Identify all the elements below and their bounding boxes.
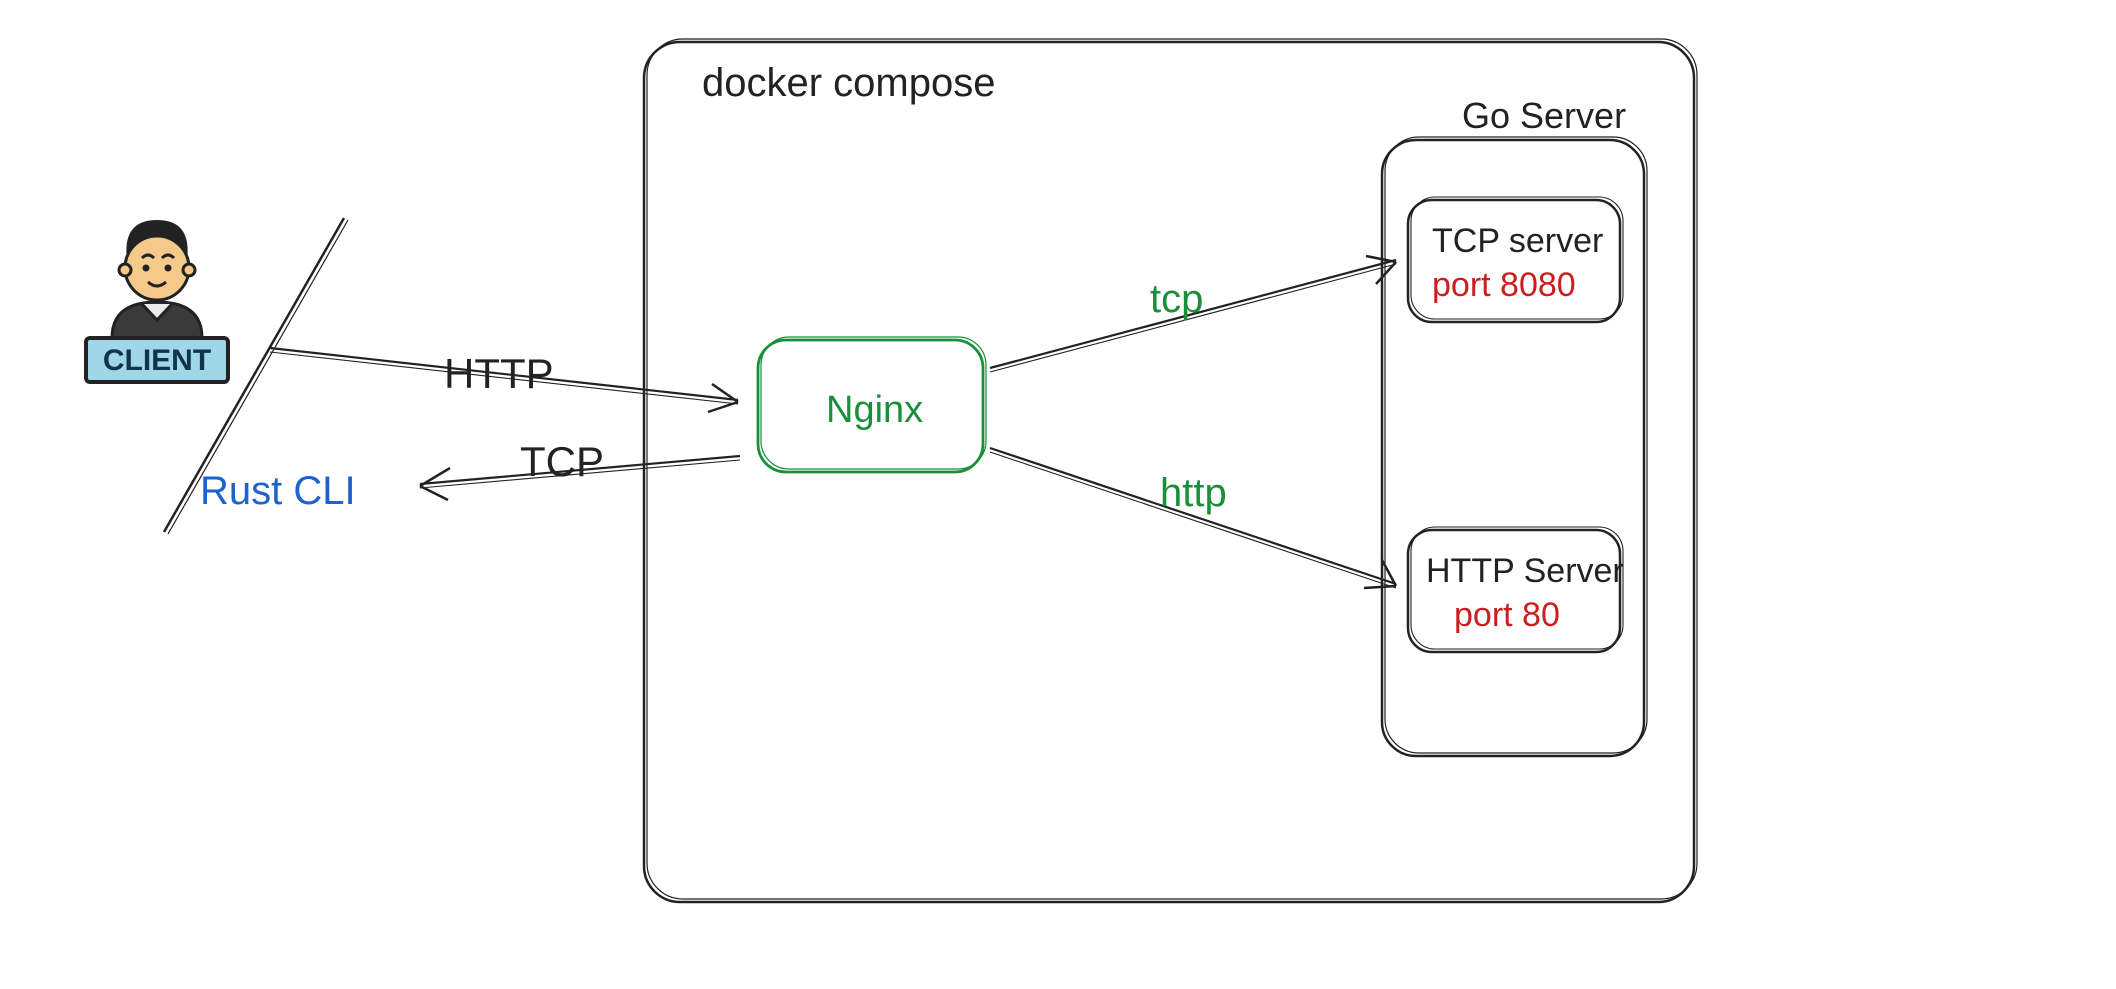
tcp-server-box: TCP server port 8080 — [1408, 197, 1623, 322]
http-server-title: HTTP Server — [1426, 552, 1624, 590]
arrow-http-in-label: HTTP — [444, 350, 554, 397]
http-server-box: HTTP Server port 80 — [1408, 527, 1624, 652]
arrow-tcp-out: tcp — [990, 256, 1396, 372]
client-icon: CLIENT — [86, 220, 228, 382]
http-server-port: port 80 — [1454, 596, 1560, 634]
nginx-label: Nginx — [826, 389, 923, 431]
arrow-http-out-label: http — [1160, 471, 1227, 515]
nginx-box: Nginx — [758, 337, 986, 472]
arrow-tcp-out-label: tcp — [1150, 277, 1203, 321]
go-server-title: Go Server — [1462, 95, 1626, 136]
arrow-http-in: HTTP — [270, 348, 738, 412]
rust-cli-label: Rust CLI — [200, 469, 356, 513]
go-server-container: Go Server TCP server port 8080 HTTP Serv… — [1382, 95, 1647, 756]
client-badge-label: CLIENT — [103, 344, 211, 377]
arrow-tcp-in: TCP — [420, 438, 740, 500]
tcp-server-port: port 8080 — [1432, 266, 1576, 304]
docker-compose-title: docker compose — [702, 61, 995, 105]
tcp-server-title: TCP server — [1432, 222, 1603, 260]
arrow-http-out: http — [990, 448, 1396, 588]
architecture-diagram: docker compose Go Server TCP server port… — [0, 0, 2116, 989]
arrow-tcp-in-label: TCP — [520, 438, 604, 485]
